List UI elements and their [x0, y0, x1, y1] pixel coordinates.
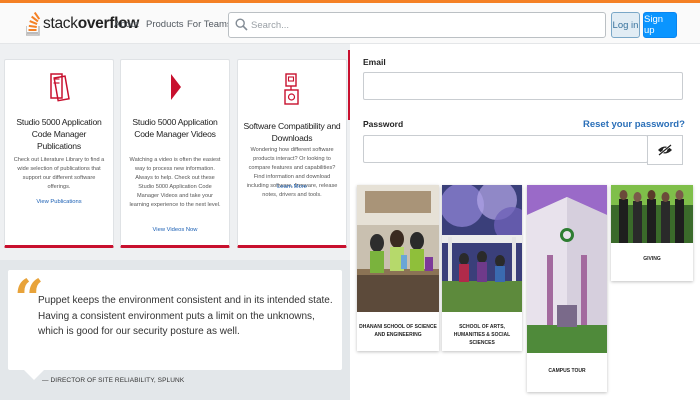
email-label: Email — [363, 57, 386, 67]
logo-text-light: stack — [43, 15, 78, 32]
testimonial-text: Puppet keeps the environment consistent … — [38, 295, 333, 337]
stack-logo-icon — [26, 12, 40, 36]
compatibility-icon — [284, 73, 299, 105]
email-field[interactable] — [363, 72, 683, 100]
reset-password-link[interactable]: Reset your password? — [583, 119, 685, 130]
gallery-card-science[interactable]: DHANANI SCHOOL OF SCIENCE AND ENGINEERIN… — [357, 185, 439, 351]
toggle-password-button[interactable] — [647, 135, 683, 165]
science-lab-photo — [357, 185, 439, 312]
search-icon — [235, 18, 248, 31]
gallery-caption: CAMPUS TOUR — [548, 368, 586, 374]
nav-about[interactable]: About — [114, 19, 139, 30]
testimonial-box: “ Puppet keeps the environment consisten… — [8, 270, 342, 370]
eye-slash-icon — [658, 144, 672, 156]
resource-cards-section: Studio 5000 Application Code Manager Pub… — [0, 44, 350, 260]
card-title: Software Compatibility and Downloads — [243, 121, 341, 143]
login-button[interactable]: Log in — [611, 12, 640, 38]
nav-products[interactable]: Products — [146, 19, 184, 30]
testimonial-author: — DIRECTOR OF SITE RELIABILITY, SPLUNK — [42, 377, 185, 384]
videos-card[interactable]: Studio 5000 Application Code Manager Vid… — [120, 59, 230, 248]
gallery-card-giving[interactable]: GIVING — [611, 185, 693, 281]
card-title: Studio 5000 Application Code Manager Vid… — [132, 117, 218, 139]
view-videos-link[interactable]: View Videos Now — [121, 227, 229, 233]
search-box — [228, 12, 606, 38]
arts-humanities-photo — [442, 185, 522, 312]
card-title: Studio 5000 Application Code Manager Pub… — [16, 117, 102, 151]
testimonial-tail — [24, 370, 44, 380]
view-publications-link[interactable]: View Publications — [5, 199, 113, 205]
campus-building-photo — [527, 185, 607, 353]
password-label: Password — [363, 119, 404, 129]
section-divider — [348, 50, 350, 120]
card-description: Check out Literature Library to find a w… — [13, 157, 105, 190]
document-stack-icon — [50, 73, 70, 102]
password-field[interactable] — [363, 135, 648, 163]
nav-for-teams[interactable]: For Teams — [187, 19, 232, 30]
gallery-caption: DHANANI SCHOOL OF SCIENCE AND ENGINEERIN… — [359, 324, 437, 338]
play-icon — [171, 74, 181, 100]
publications-card[interactable]: Studio 5000 Application Code Manager Pub… — [4, 59, 114, 248]
gallery-card-campus-tour[interactable]: CAMPUS TOUR — [527, 185, 607, 392]
gallery-caption: GIVING — [643, 256, 661, 262]
card-description: Wondering how different software product… — [246, 147, 338, 198]
signup-button[interactable]: Sign up — [643, 12, 677, 38]
gallery-card-arts[interactable]: SCHOOL OF ARTS, HUMANITIES & SOCIAL SCIE… — [442, 185, 522, 351]
card-description: Watching a video is often the easiest wa… — [129, 157, 221, 208]
top-navbar: stackoverflow About Products For Teams L… — [0, 0, 700, 44]
gallery-caption: SCHOOL OF ARTS, HUMANITIES & SOCIAL SCIE… — [453, 324, 511, 346]
search-input[interactable] — [251, 17, 591, 33]
learn-more-link[interactable]: Learn More — [238, 184, 346, 190]
giving-photo — [611, 185, 693, 243]
compatibility-card[interactable]: Software Compatibility and Downloads Won… — [237, 59, 347, 248]
